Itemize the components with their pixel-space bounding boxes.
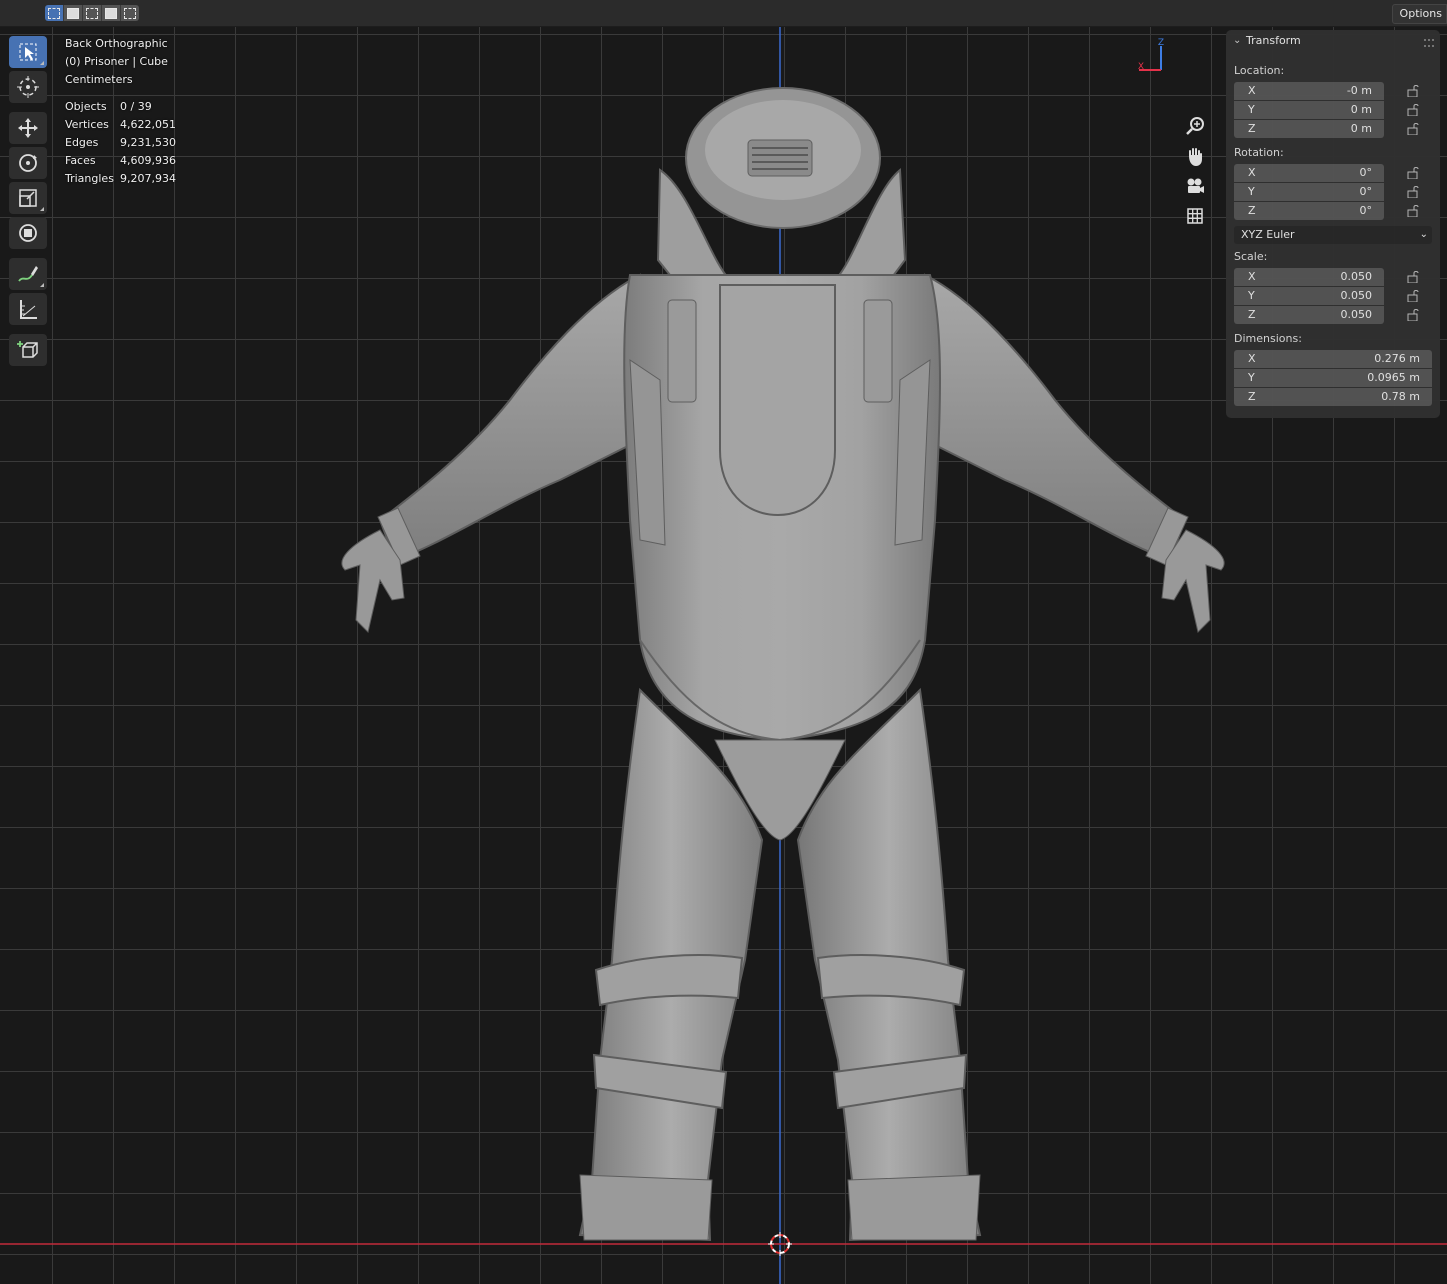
object-info: (0) Prisoner | Cube xyxy=(65,55,168,68)
lock-icon[interactable] xyxy=(1406,186,1420,198)
lock-icon[interactable] xyxy=(1406,167,1420,179)
cursor-icon[interactable] xyxy=(9,71,47,103)
rotation-mode-dropdown[interactable]: XYZ Euler ⌄ xyxy=(1234,226,1432,244)
location-y-field[interactable]: Y0 m xyxy=(1234,101,1384,119)
dimension-x-field[interactable]: X 0.276 m xyxy=(1234,350,1432,368)
viewport-header: Options xyxy=(0,0,1447,27)
select-new-icon[interactable] xyxy=(45,5,64,21)
rotation-y-field[interactable]: Y 0° xyxy=(1234,183,1384,201)
zoom-icon[interactable] xyxy=(1183,114,1207,138)
transform-panel-header[interactable]: ⌄ Transform xyxy=(1226,30,1440,52)
gizmo-z-label: Z xyxy=(1158,38,1164,48)
pan-hand-icon[interactable] xyxy=(1183,144,1207,168)
dimension-y-field[interactable]: Y 0.0965 m xyxy=(1234,369,1432,387)
select-box-icon[interactable] xyxy=(9,36,47,68)
location-label: Location: xyxy=(1234,64,1285,77)
dimensions-label: Dimensions: xyxy=(1234,332,1302,345)
rotation-x-field[interactable]: X 0° xyxy=(1234,164,1384,182)
scale-y-field[interactable]: Y 0.050 xyxy=(1234,287,1384,305)
lock-icon[interactable] xyxy=(1406,123,1420,135)
scale-icon[interactable] xyxy=(9,182,47,214)
camera-icon[interactable] xyxy=(1183,174,1207,198)
rotation-label: Rotation: xyxy=(1234,146,1284,159)
panel-title: Transform xyxy=(1246,34,1301,47)
scale-x-field[interactable]: X 0.050 xyxy=(1234,268,1384,286)
select-subtract-icon[interactable] xyxy=(83,5,102,21)
stat-row: Triangles 9,207,934 xyxy=(65,172,176,185)
scene-statistics: Objects 0 / 39 Vertices 4,622,051 Edges 9,2… xyxy=(65,98,176,188)
chevron-down-icon: ⌄ xyxy=(1233,35,1242,46)
add-cube-icon[interactable] xyxy=(9,334,47,366)
navigation-controls xyxy=(1183,114,1207,234)
stat-row: Vertices 4,622,051 xyxy=(65,118,176,131)
rotation-z-field[interactable]: Z 0° xyxy=(1234,202,1384,220)
lock-icon[interactable] xyxy=(1406,205,1420,217)
axis-gizmo[interactable]: Z X xyxy=(1133,36,1173,76)
lock-icon[interactable] xyxy=(1406,104,1420,116)
lock-icon[interactable] xyxy=(1406,309,1420,321)
view-name: Back Orthographic xyxy=(65,37,168,50)
select-extend-icon[interactable] xyxy=(64,5,83,21)
location-z-field[interactable]: Z0 m xyxy=(1234,120,1384,138)
stat-row: Edges 9,231,530 xyxy=(65,136,176,149)
scale-z-field[interactable]: Z 0.050 xyxy=(1234,306,1384,324)
scale-label: Scale: xyxy=(1234,250,1268,263)
drag-grip-icon[interactable] xyxy=(1424,39,1434,47)
select-invert-icon[interactable] xyxy=(102,5,121,21)
annotate-icon[interactable] xyxy=(9,258,47,290)
units-label: Centimeters xyxy=(65,73,133,86)
chevron-down-icon: ⌄ xyxy=(1419,229,1428,240)
transform-icon[interactable] xyxy=(9,217,47,249)
rotate-icon[interactable] xyxy=(9,147,47,179)
options-button[interactable]: Options xyxy=(1391,4,1447,24)
dimension-z-field[interactable]: Z 0.78 m xyxy=(1234,388,1432,406)
measure-icon[interactable] xyxy=(9,293,47,325)
selection-mode-group xyxy=(45,5,139,21)
select-intersect-icon[interactable] xyxy=(121,5,139,21)
stat-row: Faces 4,609,936 xyxy=(65,154,176,167)
lock-icon[interactable] xyxy=(1406,271,1420,283)
location-x-field[interactable]: X -0 m xyxy=(1234,82,1384,100)
transform-panel: ⌄ Transform Location: X -0 m Y0 m Z0 m Ro… xyxy=(1226,30,1440,418)
lock-icon[interactable] xyxy=(1406,85,1420,97)
viewport-info: Back Orthographic (0) Prisoner | Cube Ce… xyxy=(65,35,168,89)
tool-shelf xyxy=(9,36,47,369)
move-icon[interactable] xyxy=(9,112,47,144)
grid-ortho-icon[interactable] xyxy=(1183,204,1207,228)
3d-cursor-icon xyxy=(768,1232,792,1256)
lock-icon[interactable] xyxy=(1406,290,1420,302)
stat-row: Objects 0 / 39 xyxy=(65,100,152,113)
gizmo-x-label: X xyxy=(1138,62,1144,72)
